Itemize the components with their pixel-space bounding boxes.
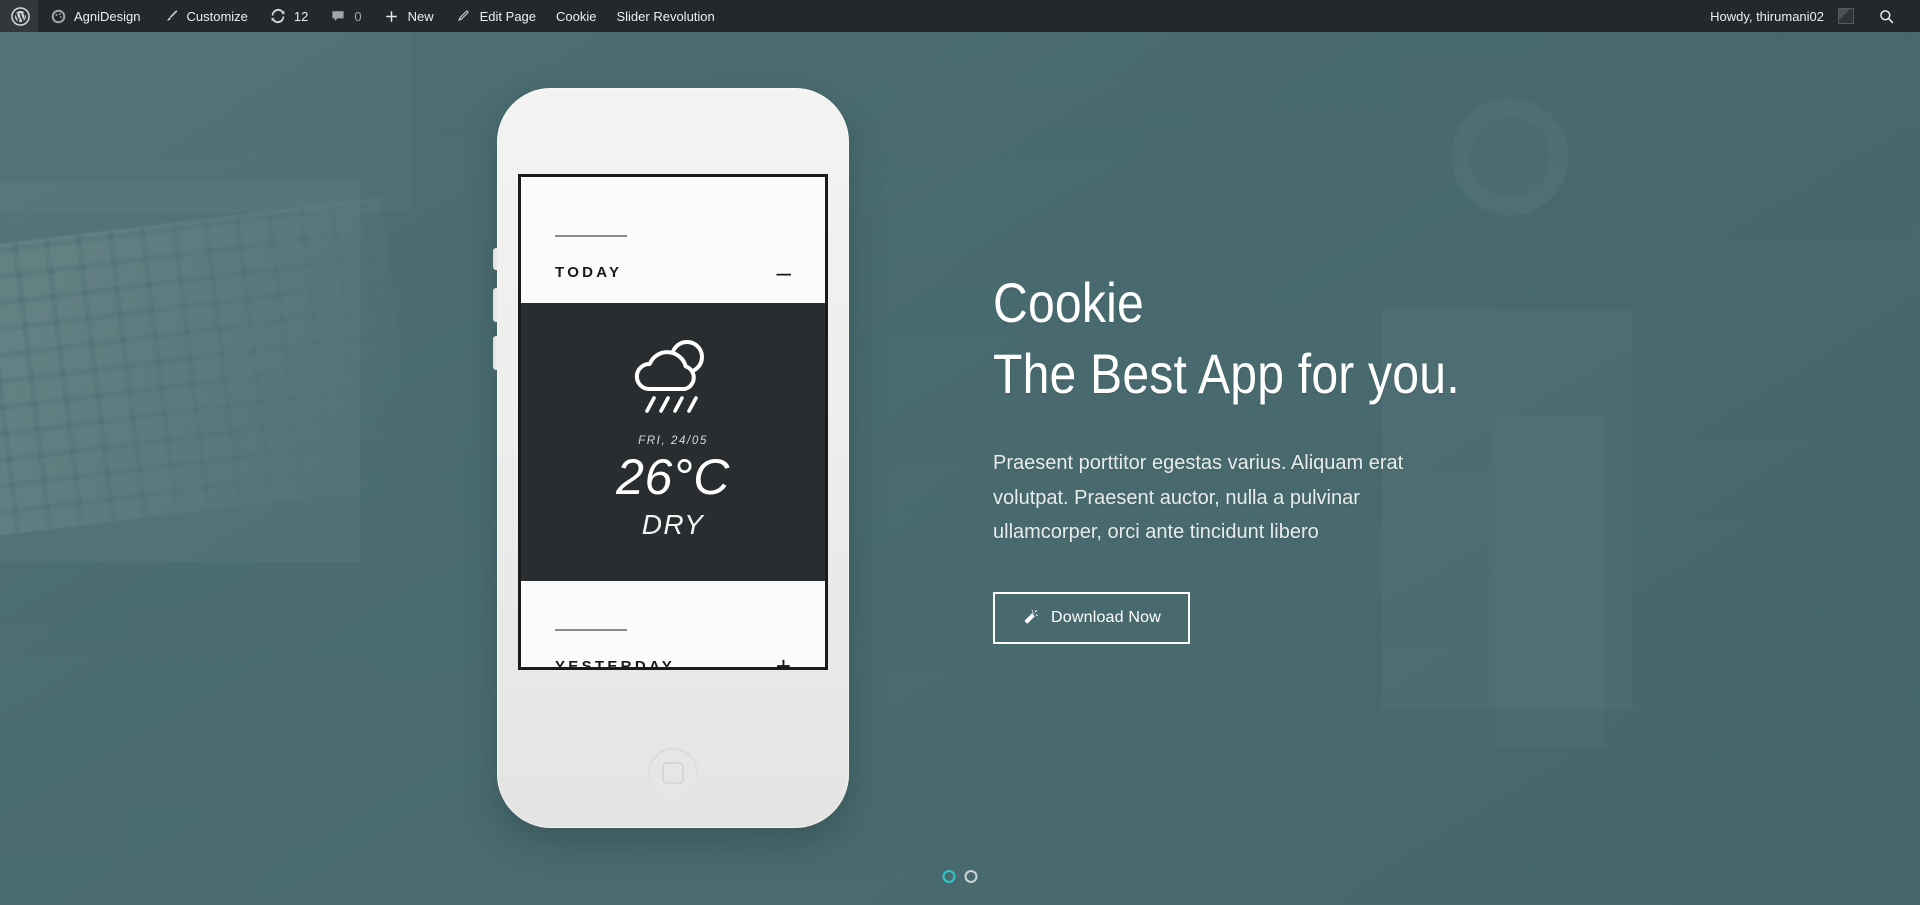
today-collapse-toggle[interactable]: – — [777, 259, 791, 285]
today-title: TODAY — [555, 263, 623, 281]
comment-bubble-icon — [328, 6, 348, 26]
new-content-menu[interactable]: New — [372, 0, 444, 32]
yesterday-header-row: YESTERDAY + — [555, 653, 791, 670]
slider-bullet-1[interactable] — [942, 870, 956, 883]
edit-page-menu[interactable]: Edit Page — [444, 0, 546, 32]
weather-date: FRI, 24/05 — [638, 435, 708, 447]
comments-menu[interactable]: 0 — [318, 0, 371, 32]
cookie-menu[interactable]: Cookie — [546, 0, 606, 32]
phone-volume-up-button[interactable] — [493, 288, 498, 322]
hero-slider-slide: TODAY – FRI, 24/05 26°C DRY YESTERDAY + … — [0, 32, 1920, 905]
download-now-button[interactable]: Download Now — [993, 591, 1191, 644]
phone-screen: TODAY – FRI, 24/05 26°C DRY YESTERDAY + — [518, 174, 828, 670]
weather-yesterday-header[interactable]: YESTERDAY + — [521, 581, 825, 670]
howdy-label: Howdy, thirumani02 — [1710, 8, 1824, 24]
hero-copy-block: Cookie The Best App for you. Praesent po… — [993, 274, 1553, 644]
updates-count: 12 — [293, 8, 309, 24]
my-account-menu[interactable]: Howdy, thirumani02 — [1700, 0, 1864, 32]
customize-label: Customize — [186, 8, 248, 24]
cookie-label: Cookie — [556, 8, 597, 24]
updates-icon — [268, 6, 288, 26]
customize-menu[interactable]: Customize — [151, 0, 258, 32]
admin-bar-left-group: AgniDesign Customize 12 0 New Edit Page … — [0, 0, 725, 32]
weather-today-header[interactable]: TODAY – — [521, 177, 825, 303]
magic-wand-icon — [1022, 609, 1038, 626]
download-now-label: Download Now — [1051, 608, 1162, 626]
iphone-mockup: TODAY – FRI, 24/05 26°C DRY YESTERDAY + — [493, 88, 849, 828]
search-icon — [1876, 6, 1896, 26]
wp-admin-bar: AgniDesign Customize 12 0 New Edit Page … — [0, 0, 1920, 32]
background-teal-overlay — [0, 32, 1920, 905]
today-header-row: TODAY – — [555, 259, 791, 285]
updates-menu[interactable]: 12 — [258, 0, 318, 32]
slider-bullet-2[interactable] — [964, 870, 978, 883]
admin-bar-right-group: Howdy, thirumani02 — [1700, 0, 1920, 32]
paintbrush-icon — [161, 6, 181, 26]
pencil-icon — [454, 6, 474, 26]
phone-mute-switch[interactable] — [493, 248, 498, 270]
avatar — [1838, 8, 1854, 24]
hero-paragraph: Praesent porttitor egestas varius. Aliqu… — [993, 452, 1404, 544]
wordpress-logo-menu[interactable] — [0, 0, 38, 32]
slider-pagination — [942, 870, 978, 883]
plus-icon — [382, 6, 402, 26]
admin-bar-search-button[interactable] — [1864, 0, 1910, 32]
edit-page-label: Edit Page — [479, 8, 537, 24]
hero-headline-secondary: The Best App for you. — [993, 341, 1460, 405]
rain-cloud-sun-icon — [625, 333, 721, 417]
weather-current-conditions: FRI, 24/05 26°C DRY — [521, 303, 825, 581]
slider-revolution-menu[interactable]: Slider Revolution — [606, 0, 724, 32]
hero-headline-primary: Cookie — [993, 271, 1144, 334]
site-name-menu[interactable]: AgniDesign — [38, 0, 151, 32]
slider-revolution-label: Slider Revolution — [616, 8, 715, 24]
yesterday-accent-rule — [555, 629, 627, 631]
new-label: New — [407, 8, 434, 24]
comments-count: 0 — [354, 8, 362, 24]
phone-volume-down-button[interactable] — [493, 336, 498, 370]
weather-condition: DRY — [641, 508, 705, 540]
phone-home-button[interactable] — [648, 748, 698, 798]
weather-temperature: 26°C — [616, 449, 730, 505]
wordpress-icon — [10, 6, 30, 26]
dashboard-icon — [48, 6, 68, 26]
yesterday-expand-toggle[interactable]: + — [776, 653, 791, 667]
today-accent-rule — [555, 235, 627, 237]
site-name-label: AgniDesign — [74, 8, 141, 24]
yesterday-title: YESTERDAY — [555, 657, 676, 670]
